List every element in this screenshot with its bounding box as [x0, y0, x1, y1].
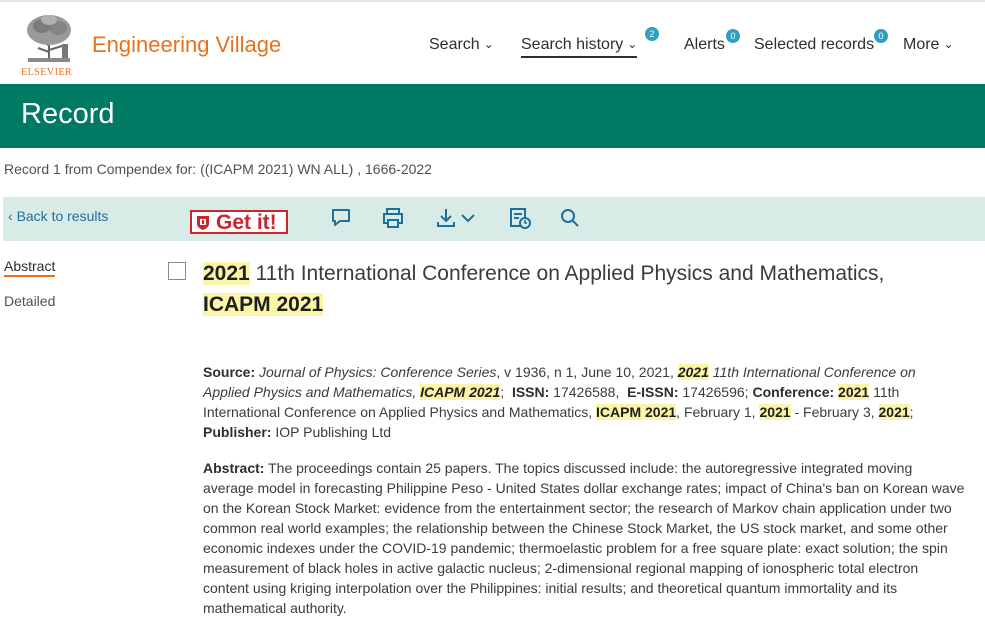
title-highlight-acronym: ICAPM 2021	[203, 293, 324, 316]
site-header: ELSEVIER Engineering Village Search ⌄ Sea…	[0, 2, 985, 84]
search-history-badge: 2	[645, 27, 659, 41]
title-text: 11th International Conference on Applied…	[249, 262, 885, 285]
get-it-button[interactable]: Get it!	[190, 210, 288, 234]
nav-selected-records-label: Selected records	[754, 36, 875, 53]
library-shield-icon	[197, 216, 209, 230]
title-highlight-year: 2021	[203, 262, 250, 285]
conference-date-start: , February 1,	[676, 404, 756, 420]
abstract-text: The proceedings contain 25 papers. The t…	[203, 460, 965, 616]
chevron-down-icon: ⌄	[483, 37, 494, 51]
elsevier-logo[interactable]: ELSEVIER	[18, 10, 80, 80]
nav-search-history[interactable]: Search history ⌄	[521, 36, 638, 58]
nav-alerts[interactable]: Alerts	[684, 36, 725, 54]
conference-hl-icapm: ICAPM 2021	[596, 404, 677, 420]
abstract-label: Abstract:	[203, 460, 265, 476]
tab-detailed[interactable]: Detailed	[4, 293, 55, 309]
eissn-value: 17426596;	[682, 384, 749, 400]
conference-hl-year: 2021	[838, 384, 870, 400]
print-icon[interactable]	[381, 206, 405, 230]
search-icon[interactable]	[558, 206, 582, 230]
source-block: Source: Journal of Physics: Conference S…	[203, 364, 916, 440]
back-to-results-label: Back to results	[16, 208, 109, 224]
abstract-block: Abstract: The proceedings contain 25 pap…	[203, 458, 965, 618]
issn-value: 17426588,	[553, 384, 620, 400]
elsevier-wordmark: ELSEVIER	[21, 67, 73, 78]
save-to-folder-icon[interactable]	[508, 206, 532, 230]
download-icon[interactable]	[434, 206, 480, 230]
nav-search[interactable]: Search ⌄	[429, 36, 494, 54]
tab-abstract[interactable]: Abstract	[4, 258, 56, 277]
issn-label: ISSN:	[511, 384, 550, 400]
page-title: Record	[21, 98, 115, 130]
nav-search-history-label: Search history ⌄	[521, 36, 638, 58]
nav-search-label: Search	[429, 36, 480, 53]
source-journal: Journal of Physics: Conference Series	[259, 364, 497, 380]
brand-name[interactable]: Engineering Village	[92, 32, 281, 58]
selected-records-badge: 0	[874, 29, 888, 43]
page-banner: Record	[0, 84, 985, 148]
source-hl-year: 2021	[677, 364, 709, 380]
source-volume: , v 1936, n 1, June 10, 2021,	[496, 364, 674, 380]
back-to-results-link[interactable]: ‹ Back to results	[8, 208, 108, 224]
conference-hl-year-3: 2021	[878, 404, 910, 420]
alerts-badge: 0	[726, 29, 740, 43]
eissn-label: E-ISSN:	[627, 384, 679, 400]
nav-alerts-label: Alerts	[684, 36, 725, 53]
comment-icon[interactable]	[329, 206, 353, 230]
record-toolbar: ‹ Back to results Get it!	[3, 197, 985, 241]
conference-date-end: - February 3,	[790, 404, 875, 420]
chevron-down-icon: ⌄	[943, 37, 954, 51]
nav-selected-records[interactable]: Selected records	[754, 36, 874, 54]
conference-label: Conference:	[752, 384, 835, 400]
source-label: Source:	[203, 364, 256, 380]
source-hl-icapm: ICAPM 2021	[420, 384, 501, 400]
nav-search-history-text: Search history	[521, 36, 624, 53]
record-title[interactable]: 2021 11th International Conference on Ap…	[203, 258, 963, 320]
chevron-left-icon: ‹	[8, 208, 13, 224]
nav-more-label: More	[903, 36, 940, 53]
select-record-checkbox[interactable]	[168, 262, 186, 280]
conference-hl-year-2: 2021	[759, 404, 791, 420]
get-it-label: Get it!	[216, 211, 277, 234]
record-breadcrumb: Record 1 from Compendex for: ((ICAPM 202…	[4, 161, 432, 177]
publisher-label: Publisher:	[203, 424, 272, 440]
chevron-down-icon: ⌄	[627, 37, 638, 51]
nav-more[interactable]: More ⌄	[903, 36, 954, 54]
publisher-value: IOP Publishing Ltd	[275, 424, 392, 440]
